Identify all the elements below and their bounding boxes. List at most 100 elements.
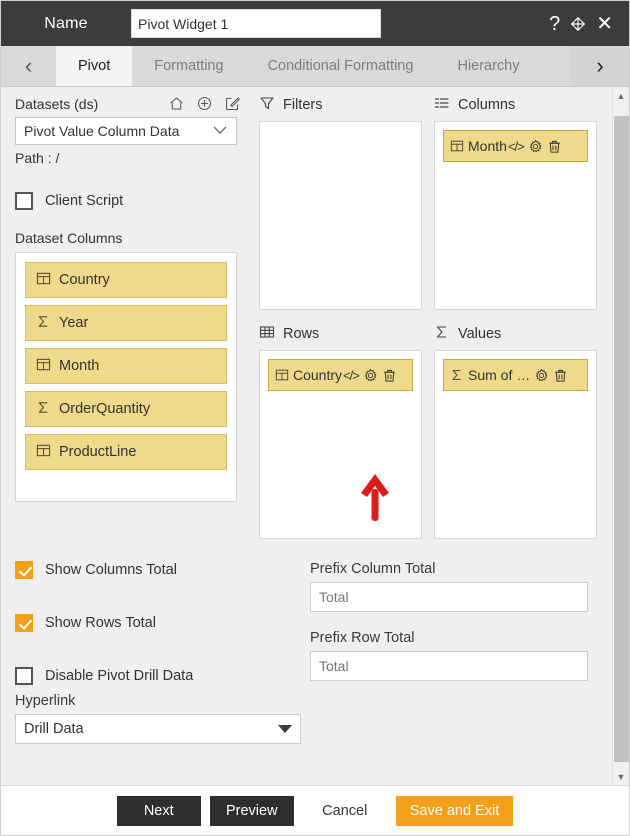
- values-label: Values: [458, 326, 502, 342]
- dataset-select-value: Pivot Value Column Data: [24, 123, 180, 139]
- datasets-header: Datasets (ds): [15, 95, 253, 112]
- gear-icon[interactable]: [534, 368, 549, 383]
- client-script-row: Client Script: [15, 192, 253, 210]
- client-script-checkbox[interactable]: [15, 192, 33, 210]
- path-label: Path :: [15, 150, 52, 166]
- hyperlink-label: Hyperlink: [15, 693, 76, 709]
- dimension-icon: [275, 368, 289, 382]
- rows-dropbox[interactable]: Country </>: [259, 350, 422, 539]
- prefix-column-total-input[interactable]: [310, 582, 588, 612]
- dataset-column-label: ProductLine: [59, 444, 137, 460]
- hyperlink-select[interactable]: Drill Data: [15, 714, 301, 744]
- sigma-icon: [450, 368, 464, 382]
- tab-pivot[interactable]: Pivot: [56, 46, 133, 86]
- dialog-footer: Next Preview Cancel Save and Exit: [1, 785, 629, 835]
- dialog-titlebar: Name ? ✕: [1, 1, 629, 46]
- code-icon[interactable]: </>: [343, 368, 360, 383]
- dataset-path: Path : /: [15, 150, 253, 166]
- trash-icon[interactable]: [382, 368, 397, 383]
- dimension-icon: [36, 357, 51, 376]
- dialog-body: Datasets (ds) Pivot Value Column Data Pa…: [1, 87, 629, 785]
- dataset-select[interactable]: Pivot Value Column Data: [15, 117, 237, 145]
- disable-pivot-drill-label: Disable Pivot Drill Data: [45, 668, 194, 684]
- show-rows-total-checkbox[interactable]: [15, 614, 33, 632]
- tab-hierarchy[interactable]: Hierarchy: [435, 46, 541, 86]
- scrollbar-thumb[interactable]: [613, 116, 629, 762]
- values-chip-label: Sum of …: [468, 367, 531, 383]
- scrollbar-track[interactable]: [613, 104, 630, 768]
- dataset-column-chip[interactable]: ProductLine: [25, 434, 227, 470]
- show-rows-total-row: Show Rows Total: [15, 614, 310, 632]
- tab-bar: ‹ Pivot Formatting Conditional Formattin…: [1, 46, 629, 87]
- chevron-down-icon: [278, 725, 292, 733]
- datasets-label: Datasets (ds): [15, 95, 99, 112]
- rows-zone: Rows Country </>: [259, 324, 422, 539]
- columns-dropbox[interactable]: Month </>: [434, 121, 597, 310]
- preview-button[interactable]: Preview: [209, 795, 294, 826]
- tab-list: Pivot Formatting Conditional Formatting …: [56, 46, 542, 86]
- columns-chip-month[interactable]: Month </>: [443, 130, 588, 162]
- funnel-icon: [259, 95, 275, 115]
- dataset-column-label: Year: [59, 315, 89, 331]
- rows-chip-country[interactable]: Country </>: [268, 359, 413, 391]
- scroll-up-icon[interactable]: ▲: [613, 87, 630, 104]
- disable-pivot-drill-row: Disable Pivot Drill Data: [15, 667, 310, 685]
- values-zone: Values Sum of …: [434, 324, 597, 539]
- columns-label: Columns: [458, 97, 516, 113]
- tab-conditional-formatting[interactable]: Conditional Formatting: [246, 46, 436, 86]
- add-circle-icon[interactable]: [196, 95, 213, 112]
- cancel-button[interactable]: Cancel: [302, 795, 387, 826]
- save-and-exit-button[interactable]: Save and Exit: [395, 795, 514, 826]
- left-settings-column: Datasets (ds) Pivot Value Column Data Pa…: [1, 95, 253, 539]
- chevron-down-icon: [212, 125, 228, 138]
- edit-square-icon[interactable]: [224, 95, 241, 112]
- rows-chip-label: Country: [293, 367, 343, 383]
- dataset-column-label: OrderQuantity: [59, 401, 151, 417]
- values-dropbox[interactable]: Sum of …: [434, 350, 597, 539]
- dataset-column-chip[interactable]: OrderQuantity: [25, 391, 227, 427]
- dataset-column-label: Month: [59, 358, 100, 374]
- move-icon[interactable]: [569, 15, 587, 33]
- dataset-columns-label: Dataset Columns: [15, 230, 123, 246]
- dimension-icon: [36, 271, 51, 290]
- tab-scroll-right-icon[interactable]: ›: [571, 46, 629, 86]
- totals-checkboxes: Show Columns Total Show Rows Total Disab…: [15, 561, 310, 744]
- totals-settings: Show Columns Total Show Rows Total Disab…: [1, 539, 612, 744]
- dataset-column-chip[interactable]: Country: [25, 262, 227, 298]
- vertical-scrollbar[interactable]: ▲ ▼: [612, 87, 629, 785]
- hyperlink-select-value: Drill Data: [24, 721, 84, 737]
- trash-icon[interactable]: [547, 139, 562, 154]
- sigma-icon: [36, 400, 51, 419]
- dataset-column-chip[interactable]: Month: [25, 348, 227, 384]
- columns-chip-label: Month: [468, 138, 507, 154]
- disable-pivot-drill-checkbox[interactable]: [15, 667, 33, 685]
- scroll-down-icon[interactable]: ▼: [613, 768, 630, 785]
- gear-icon[interactable]: [363, 368, 378, 383]
- home-icon[interactable]: [168, 95, 185, 112]
- dimension-icon: [450, 139, 464, 153]
- tab-scroll-left-icon[interactable]: ‹: [1, 46, 56, 86]
- filters-label: Filters: [283, 97, 323, 113]
- drop-zones-column: Filters Columns Month </> Rows Country <…: [253, 95, 612, 539]
- grid-table-icon: [259, 324, 275, 344]
- prefix-row-total-input[interactable]: [310, 651, 588, 681]
- dataset-columns-list[interactable]: Country Year Month OrderQuantity Product…: [15, 252, 237, 502]
- help-icon[interactable]: ?: [549, 14, 560, 34]
- gear-icon[interactable]: [528, 139, 543, 154]
- show-columns-total-checkbox[interactable]: [15, 561, 33, 579]
- next-button[interactable]: Next: [116, 795, 201, 826]
- dataset-column-chip[interactable]: Year: [25, 305, 227, 341]
- code-icon[interactable]: </>: [508, 139, 525, 154]
- path-value: /: [55, 150, 60, 166]
- values-chip-sum[interactable]: Sum of …: [443, 359, 588, 391]
- trash-icon[interactable]: [553, 368, 568, 383]
- zones-bottom-row: Rows Country </> Values Sum of …: [259, 324, 602, 539]
- widget-name-input[interactable]: [131, 9, 381, 38]
- filters-dropbox[interactable]: [259, 121, 422, 310]
- client-script-label: Client Script: [45, 193, 124, 209]
- pivot-settings-panel: Datasets (ds) Pivot Value Column Data Pa…: [1, 87, 612, 785]
- close-icon[interactable]: ✕: [596, 14, 613, 34]
- columns-list-icon: [434, 95, 450, 115]
- sigma-icon: [434, 324, 450, 344]
- tab-formatting[interactable]: Formatting: [132, 46, 245, 86]
